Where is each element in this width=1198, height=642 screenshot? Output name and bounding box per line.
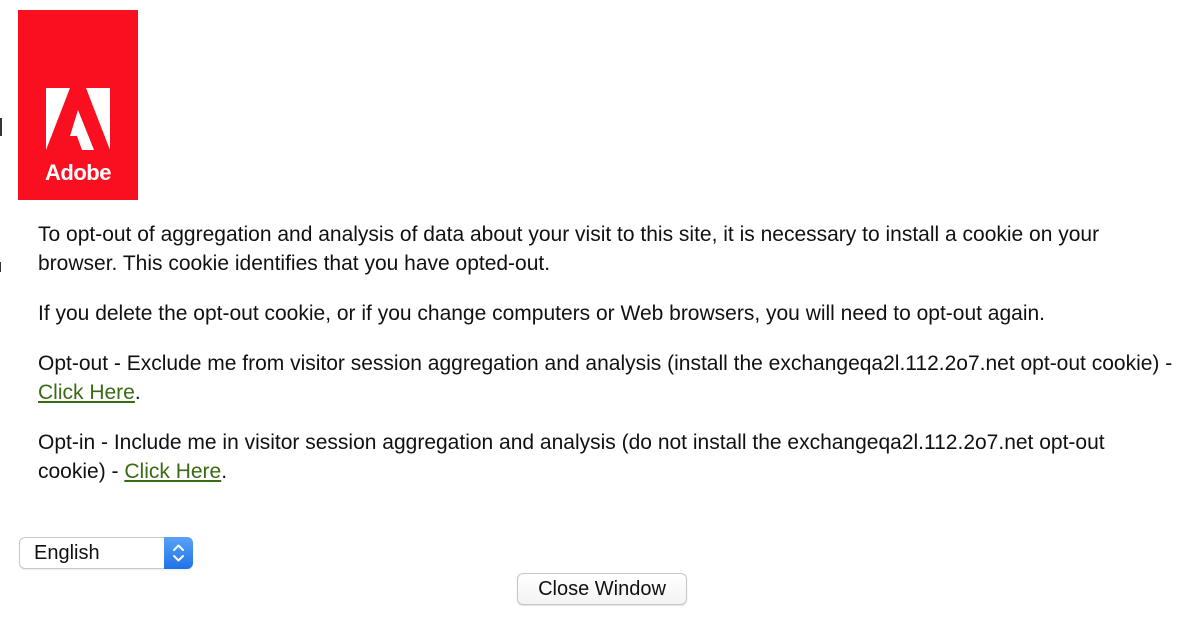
language-select-value: English <box>34 542 100 564</box>
optin-period: . <box>221 460 228 483</box>
optout-click-here-link[interactable]: Click Here <box>38 381 135 404</box>
optout-page: Adobe To opt-out of aggregation and anal… <box>0 0 1198 642</box>
edge-artifact <box>0 118 2 136</box>
adobe-logo-text: Adobe <box>45 160 111 185</box>
intro-paragraph: To opt-out of aggregation and analysis o… <box>38 223 1100 275</box>
updown-chevron-icon[interactable] <box>164 537 193 569</box>
language-select[interactable]: English <box>19 537 193 569</box>
optin-click-here-link[interactable]: Click Here <box>124 460 221 483</box>
edge-artifact <box>0 262 1 272</box>
optout-paragraph: Opt-out - Exclude me from visitor sessio… <box>38 349 1178 407</box>
optout-period: . <box>134 381 141 404</box>
delete-note-paragraph: If you delete the opt-out cookie, or if … <box>38 302 1046 325</box>
optout-text: Opt-out - Exclude me from visitor sessio… <box>38 352 1173 375</box>
adobe-logo: Adobe <box>18 10 138 200</box>
close-window-button[interactable]: Close Window <box>517 573 687 605</box>
optout-content: To opt-out of aggregation and analysis o… <box>38 220 1178 507</box>
optin-paragraph: Opt-in - Include me in visitor session a… <box>38 428 1178 486</box>
